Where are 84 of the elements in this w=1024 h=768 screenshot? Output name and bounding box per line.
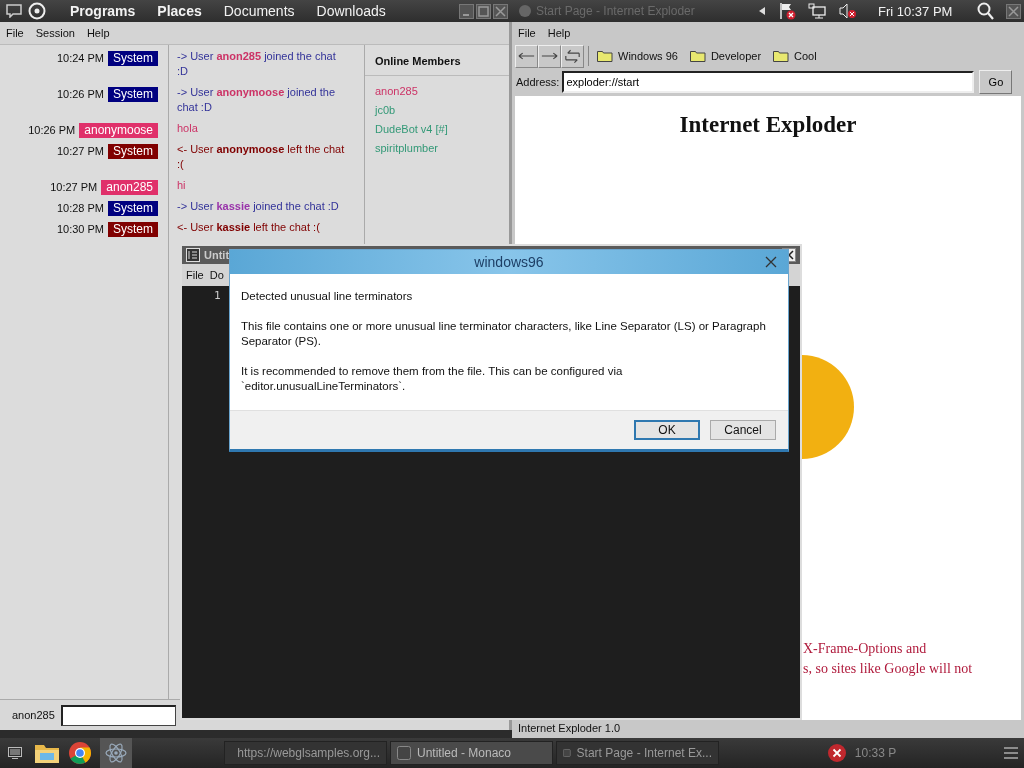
message-time: 10:30 PM <box>56 222 104 237</box>
message-text: -> User kassie joined the chat :D <box>177 199 340 214</box>
dialog-heading: Detected unusual line terminators <box>241 289 414 304</box>
network-icon[interactable] <box>808 3 826 19</box>
message-text: <- User anonymoose left the chat :( <box>177 142 346 172</box>
folder-icon <box>773 50 790 62</box>
minimize-icon[interactable] <box>459 3 474 19</box>
address-field[interactable]: exploder://start <box>562 71 975 93</box>
sender-badge: anonymoose <box>79 123 158 138</box>
message-time: 10:24 PM <box>56 51 104 66</box>
sender-badge: anon285 <box>101 180 158 195</box>
page-heading: Internet Exploder <box>678 112 858 138</box>
window-title: Untit <box>204 249 230 261</box>
message-text: hi <box>177 178 187 193</box>
menu-item[interactable]: File <box>186 269 204 281</box>
sender-badge: System <box>108 87 158 102</box>
taskbar-button[interactable]: Untitled - Monaco <box>390 741 553 765</box>
menu-item[interactable]: Do <box>209 269 224 281</box>
taskbar-button[interactable]: https://webglsamples.org... <box>224 741 387 765</box>
sender-badge: System <box>108 144 158 159</box>
username-label: anon285 <box>12 709 55 721</box>
panel-menu[interactable]: Downloads <box>316 3 386 19</box>
sender-badge: System <box>108 222 158 237</box>
address-label: Address: <box>516 76 560 88</box>
desktop-icon[interactable] <box>8 747 22 759</box>
message-text: hola <box>177 121 199 136</box>
left-arrow-icon[interactable] <box>758 6 766 16</box>
message-input-field[interactable] <box>60 704 176 726</box>
dialog-button[interactable]: Cancel <box>710 420 776 440</box>
message-text: <- User kassie left the chat :( <box>177 220 321 235</box>
taskbar-button[interactable]: Start Page - Internet Ex... <box>556 741 719 765</box>
app-icon <box>563 746 571 760</box>
message-text: -> User anonymoose joined the chat :D <box>177 85 337 115</box>
panel-menu[interactable]: Documents <box>223 3 295 19</box>
message-time: 10:26 PM <box>56 87 104 102</box>
menu-item[interactable]: Session <box>35 27 75 39</box>
sender-badge: System <box>108 201 158 216</box>
menu-item[interactable]: File <box>6 27 24 39</box>
clock[interactable]: Fri 10:37 PM <box>878 3 953 19</box>
member-name[interactable]: anon285 <box>365 82 509 101</box>
folder-icon <box>689 50 706 62</box>
dialog-message: It is recommended to remove them from the file. This can be configured via `editor.unusualLineTerminators`. <box>241 364 624 394</box>
notice-text: X-Frame-Options and <box>803 640 928 658</box>
message-time: 10:27 PM <box>50 180 98 195</box>
dialog-title: windows96 <box>474 254 544 270</box>
notice-text: s, so sites like Google will not <box>803 660 973 678</box>
app-icon <box>397 746 411 760</box>
notepad-icon <box>186 248 200 262</box>
app-launcher-button[interactable] <box>100 738 132 768</box>
refresh-arrows-button[interactable] <box>561 44 584 68</box>
bookmark-link[interactable]: Cool <box>773 50 817 62</box>
sender-badge: System <box>108 51 158 66</box>
volume-muted-icon[interactable] <box>838 3 856 19</box>
menu-icon[interactable] <box>1004 747 1018 759</box>
bookmark-link[interactable]: Windows 96 <box>597 50 678 62</box>
chat-icon[interactable] <box>6 4 22 18</box>
clock[interactable]: 10:33 P <box>854 746 897 760</box>
circle-logo-icon[interactable] <box>28 2 46 20</box>
browser-circle-icon[interactable] <box>68 741 92 765</box>
go-button[interactable]: Go <box>979 70 1013 94</box>
bookmark-link[interactable]: Developer <box>689 50 762 62</box>
line-number: 1 <box>214 289 221 302</box>
maximize-icon[interactable] <box>476 3 491 19</box>
flag-error-icon[interactable] <box>778 2 796 20</box>
back-arrow-button[interactable] <box>515 44 538 68</box>
dialog-button[interactable]: OK <box>634 420 700 440</box>
menu-item[interactable]: Help <box>547 27 571 39</box>
status-text: Internet Exploder 1.0 <box>518 722 621 734</box>
menu-item[interactable]: Help <box>86 27 110 39</box>
members-heading: Online Members <box>365 45 509 76</box>
dialog-message: This file contains one or more unusual line terminator characters, like Line Separator (LS) or Paragraph Separator (PS). <box>241 319 767 349</box>
message-time: 10:28 PM <box>56 201 104 216</box>
error-icon[interactable] <box>826 743 847 763</box>
message-text: -> User anon285 joined the chat :D <box>177 49 337 79</box>
folder-icon[interactable] <box>34 742 60 764</box>
menu-item[interactable]: File <box>518 27 536 39</box>
search-icon[interactable] <box>976 2 995 20</box>
atom-icon <box>105 742 127 764</box>
message-time: 10:27 PM <box>56 144 104 159</box>
folder-icon <box>597 50 613 62</box>
forward-arrow-button[interactable] <box>538 44 561 68</box>
panel-menu[interactable]: Programs <box>70 3 136 19</box>
message-time: 10:26 PM <box>28 123 76 138</box>
panel-menu[interactable]: Places <box>157 3 202 19</box>
